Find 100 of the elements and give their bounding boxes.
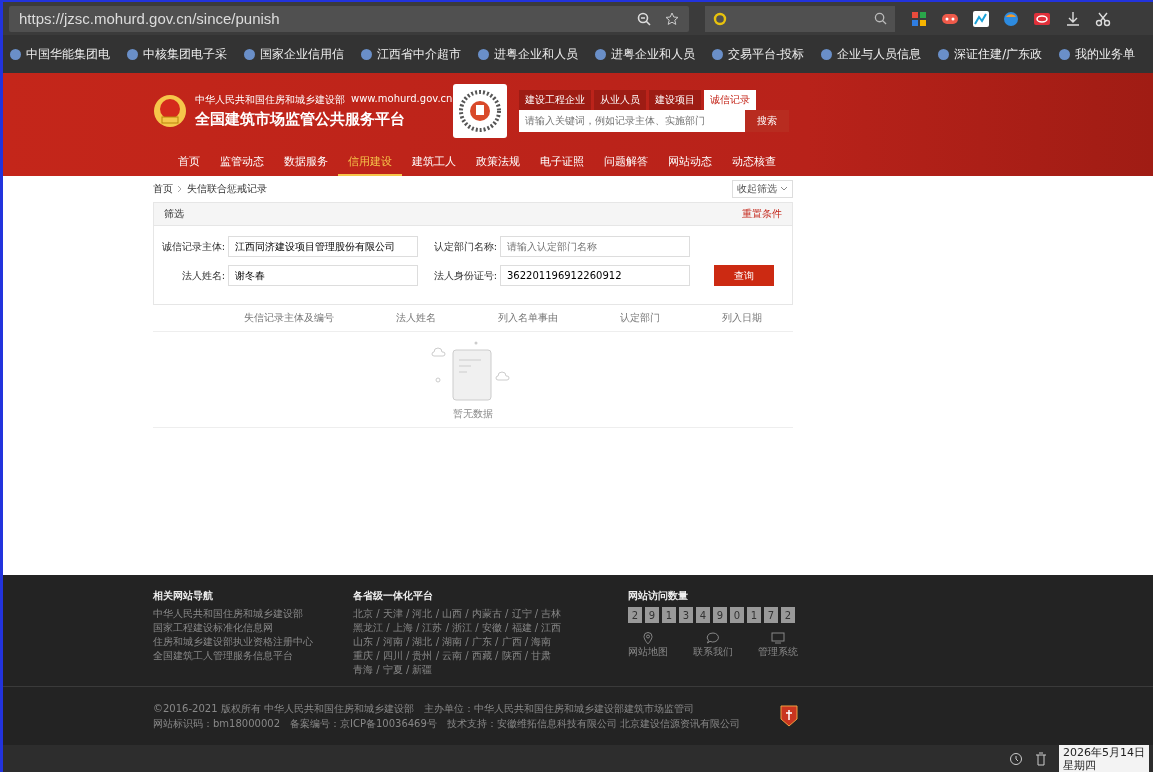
search-tab[interactable]: 建设工程企业 (519, 89, 591, 110)
globe-icon[interactable] (1003, 10, 1019, 27)
trash-icon[interactable] (1035, 751, 1047, 766)
column-header: 列入日期 (722, 311, 762, 325)
counter-digit: 7 (764, 607, 778, 623)
collapse-filter-button[interactable]: 收起筛选 (732, 180, 793, 198)
query-button[interactable]: 查询 (714, 265, 774, 286)
caret-icon (780, 186, 788, 192)
grid-icon[interactable] (911, 10, 927, 27)
badge-icon (780, 705, 799, 727)
scissors-icon[interactable] (1095, 10, 1111, 27)
nav-item[interactable]: 数据服务 (274, 148, 338, 176)
bookmark-link[interactable]: 深证住建/广东政 (954, 45, 1043, 63)
bookmark-icon (711, 47, 724, 61)
nav-item[interactable]: 政策法规 (466, 148, 530, 176)
bookmark-link[interactable]: 企业与人员信息 (837, 45, 922, 63)
breadcrumb-link[interactable]: 首页 (153, 182, 173, 196)
search-icon (874, 12, 887, 25)
footer-link[interactable]: 管理系统 (758, 645, 798, 659)
location-pin-icon (641, 631, 655, 645)
bookmark-link[interactable]: 我的业务单 (1075, 45, 1136, 63)
nav-item[interactable]: 网站动态 (658, 148, 722, 176)
input-field[interactable]: 谢冬春 (228, 265, 418, 286)
footer-heading: 各省级一体化平台 (353, 589, 434, 603)
bookmark-icon (477, 47, 490, 61)
bookmark-icon (820, 47, 834, 61)
counter-digit: 2 (628, 607, 642, 623)
column-header: 失信记录主体及编号 (244, 311, 334, 325)
nav-item[interactable]: 首页 (168, 148, 210, 176)
bookmark-link[interactable]: 中国华能集团电 (26, 45, 110, 63)
nav-item[interactable]: 动态核查 (722, 148, 786, 176)
footer-link[interactable]: 联系我们 (693, 645, 733, 659)
bookmark-icon (360, 47, 373, 61)
input-field[interactable]: 请输入认定部门名称 (500, 236, 690, 257)
province-links[interactable]: 黑龙江 / 上海 / 江苏 / 浙江 / 安徽 / 福建 / 江西 (353, 621, 628, 635)
bookmark-link[interactable]: 交易平台-投标 (728, 45, 805, 63)
nav-item[interactable]: 电子证照 (530, 148, 594, 176)
province-links[interactable]: 青海 / 宁夏 / 新疆 (353, 663, 628, 677)
footer-link[interactable]: 国家工程建设标准化信息网 (153, 621, 353, 635)
browser-search-field[interactable] (705, 5, 895, 32)
bookmark-link[interactable]: 国家企业信用信 (260, 45, 344, 63)
footer-link[interactable]: 全国建筑工人管理服务信息平台 (153, 649, 353, 663)
counter-digit: 0 (730, 607, 744, 623)
address-bar[interactable]: https://jzsc.mohurd.gov.cn/since/punish (9, 5, 689, 32)
site-title: 全国建筑市场监管公共服务平台 (195, 109, 406, 129)
bookmark-link[interactable]: 进粤企业和人员 (611, 45, 695, 63)
footer-heading: 相关网站导航 (153, 589, 214, 603)
search-field[interactable]: 请输入关键词，例如记录主体、实施部门 (519, 109, 745, 132)
copyright-text: ©2016-2021 版权所有 中华人民共和国住房和城乡建设部 主办单位：中华人民共和国住房和城乡建设部建筑市场监管司 (153, 702, 695, 716)
counter-digit: 9 (645, 607, 659, 623)
counter-digit: 9 (713, 607, 727, 623)
chart-icon[interactable] (973, 10, 989, 27)
counter-digit: 1 (747, 607, 761, 623)
weekday-text: 星期四 (1063, 758, 1097, 772)
qr-code-icon (453, 83, 507, 138)
footer-link[interactable]: 网站地图 (628, 645, 668, 659)
nav-item[interactable]: 监管动态 (210, 148, 274, 176)
breadcrumb-link[interactable]: 失信联合惩戒记录 (187, 182, 267, 196)
counter-digit: 2 (781, 607, 795, 623)
field-label: 法人姓名: (181, 268, 225, 283)
bookmark-link[interactable]: 进粤企业和人员 (494, 45, 578, 63)
empty-message: 暂无数据 (453, 407, 493, 421)
date-text: 2026年5月14日 (1063, 745, 1145, 759)
province-links[interactable]: 北京 / 天津 / 河北 / 山西 / 内蒙古 / 辽宁 / 吉林 (353, 607, 628, 621)
input-field[interactable]: 362201196912260912 (500, 265, 690, 286)
download-icon[interactable] (1065, 10, 1081, 27)
zoom-icon[interactable] (637, 11, 651, 26)
nav-item[interactable]: 信用建设 (338, 148, 402, 176)
province-links[interactable]: 山东 / 河南 / 湖北 / 湖南 / 广东 / 广西 / 海南 (353, 635, 628, 649)
reset-link[interactable]: 重置条件 (742, 207, 782, 221)
site-url: www.mohurd.gov.cn (351, 92, 453, 106)
bookmark-link[interactable]: 中核集团电子采 (143, 45, 227, 63)
column-header: 列入名单事由 (498, 311, 558, 325)
field-label: 认定部门名称: (433, 239, 497, 254)
history-icon[interactable] (1009, 751, 1023, 766)
search-tab[interactable]: 诚信记录 (704, 89, 756, 110)
registration-text: 网站标识码：bm18000002 备案编号：京ICP备10036469号 技术支持：安徽维拓信息科技有限公司 北京建设信源资讯有限公司 (153, 717, 741, 731)
bookmark-icon (243, 47, 256, 61)
search-tab[interactable]: 从业人员 (594, 89, 646, 110)
input-field[interactable]: 江西同济建设项目管理股份有限公司 (228, 236, 418, 257)
search-engine-icon (713, 11, 727, 26)
nav-item[interactable]: 问题解答 (594, 148, 658, 176)
chevron-icon (177, 185, 183, 193)
column-header: 法人姓名 (396, 311, 436, 325)
bookmark-icon (9, 47, 22, 61)
nav-item[interactable]: 建筑工人 (402, 148, 466, 176)
footer-link[interactable]: 中华人民共和国住房和城乡建设部 (153, 607, 353, 621)
footer-link[interactable]: 住房和城乡建设部执业资格注册中心 (153, 635, 353, 649)
bookmark-icon (937, 47, 951, 61)
search-tab[interactable]: 建设项目 (649, 89, 701, 110)
column-header: 认定部门 (620, 311, 660, 325)
bookmark-link[interactable]: 江西省中介超市 (377, 45, 461, 63)
star-icon[interactable] (665, 11, 679, 26)
bookmark-icon (594, 47, 607, 61)
emblem-icon (153, 93, 187, 128)
chat-bubble-icon (706, 631, 720, 645)
footer-heading: 网站访问数量 (628, 589, 689, 603)
search-button[interactable]: 搜索 (745, 109, 789, 132)
province-links[interactable]: 重庆 / 四川 / 贵州 / 云南 / 西藏 / 陕西 / 甘肃 (353, 649, 628, 663)
counter-digit: 4 (696, 607, 710, 623)
